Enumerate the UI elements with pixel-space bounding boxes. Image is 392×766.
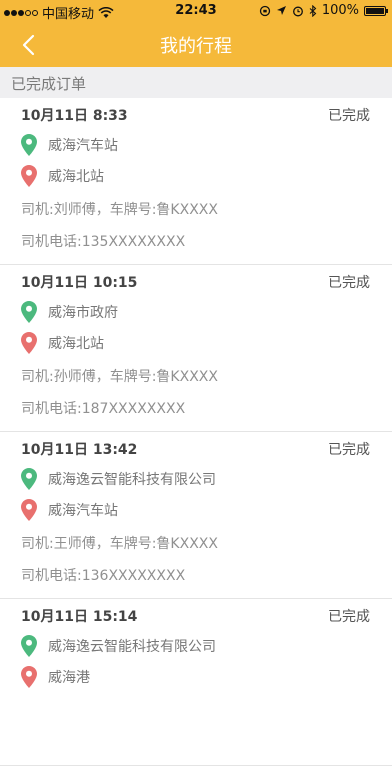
end-location-text: 威海汽车站 (48, 503, 118, 519)
order-status: 已完成 (328, 442, 370, 458)
end-pin-icon (21, 499, 37, 521)
order-time: 10月11日 10:15 (21, 275, 138, 291)
battery-icon (364, 5, 388, 16)
end-location-text: 威海北站 (48, 336, 104, 352)
order-status: 已完成 (328, 108, 370, 124)
end-location: 威海汽车站 (21, 499, 118, 521)
nav-bar: 我的行程 (0, 22, 392, 67)
start-location-text: 威海逸云智能科技有限公司 (48, 472, 216, 488)
driver-phone: 司机电话:187XXXXXXXX (21, 401, 186, 417)
alarm-icon (292, 6, 303, 16)
battery-level (366, 7, 384, 14)
end-location-text: 威海港 (48, 670, 90, 686)
driver-phone: 司机电话:136XXXXXXXX (21, 568, 186, 584)
bluetooth-icon (309, 4, 317, 17)
order-list: 10月11日 8:33 已完成 威海汽车站 威海北站 司机:刘师傅，车牌号:鲁K… (0, 98, 392, 766)
start-location: 威海市政府 (21, 301, 118, 323)
start-pin-icon (21, 635, 37, 657)
order-status: 已完成 (328, 609, 370, 625)
start-pin-icon (21, 468, 37, 490)
battery-percent: 100% (321, 3, 359, 18)
order-time: 10月11日 15:14 (21, 609, 138, 625)
driver-info: 司机:刘师傅，车牌号:鲁KXXXX (21, 202, 218, 218)
order-item[interactable]: 10月11日 13:42 已完成 威海逸云智能科技有限公司 威海汽车站 司机:王… (0, 432, 392, 599)
start-location-text: 威海汽车站 (48, 138, 118, 154)
end-pin-icon (21, 332, 37, 354)
start-location: 威海逸云智能科技有限公司 (21, 468, 216, 490)
driver-info: 司机:王师傅，车牌号:鲁KXXXX (21, 536, 218, 552)
section-header: 已完成订单 (0, 67, 392, 98)
order-status: 已完成 (328, 275, 370, 291)
page-title: 我的行程 (160, 36, 232, 57)
end-location: 威海北站 (21, 332, 104, 354)
section-label: 已完成订单 (11, 75, 87, 93)
order-item[interactable]: 10月11日 8:33 已完成 威海汽车站 威海北站 司机:刘师傅，车牌号:鲁K… (0, 98, 392, 265)
end-location: 威海港 (21, 666, 90, 688)
location-arrow-icon (276, 6, 286, 15)
end-pin-icon (21, 165, 37, 187)
end-location: 威海北站 (21, 165, 104, 187)
start-location: 威海汽车站 (21, 134, 118, 156)
start-pin-icon (21, 134, 37, 156)
order-item[interactable]: 10月11日 15:14 已完成 威海逸云智能科技有限公司 威海港 (0, 599, 392, 766)
driver-info: 司机:孙师傅，车牌号:鲁KXXXX (21, 369, 218, 385)
start-location: 威海逸云智能科技有限公司 (21, 635, 216, 657)
driver-phone: 司机电话:135XXXXXXXX (21, 234, 186, 250)
order-time: 10月11日 8:33 (21, 108, 128, 124)
start-location-text: 威海逸云智能科技有限公司 (48, 639, 216, 655)
status-right: 100% (259, 3, 388, 18)
header-bar: 中国移动 22:43 100% 我的行程 (0, 0, 392, 67)
end-pin-icon (21, 666, 37, 688)
end-location-text: 威海北站 (48, 169, 104, 185)
order-item[interactable]: 10月11日 10:15 已完成 威海市政府 威海北站 司机:孙师傅，车牌号:鲁… (0, 265, 392, 432)
start-location-text: 威海市政府 (48, 305, 118, 321)
order-time: 10月11日 13:42 (21, 442, 138, 458)
start-pin-icon (21, 301, 37, 323)
status-bar: 中国移动 22:43 100% (0, 0, 392, 22)
rotation-lock-icon (259, 5, 270, 16)
